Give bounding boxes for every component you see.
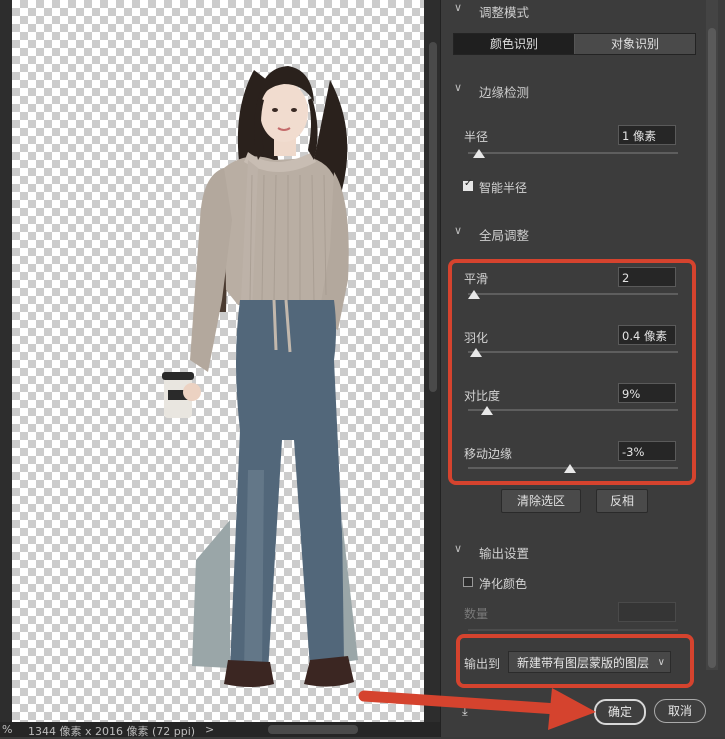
annotation-arrow-icon (358, 688, 596, 730)
